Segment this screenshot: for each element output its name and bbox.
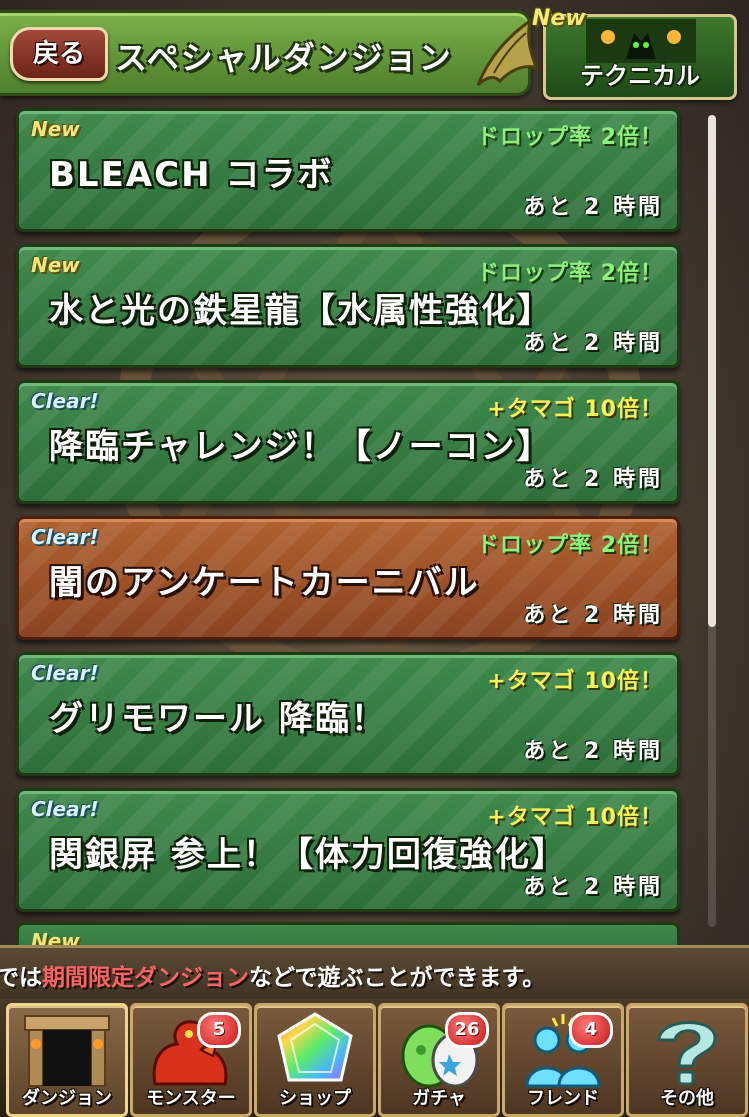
card-title: グリモワール 降臨！	[49, 699, 387, 739]
notification-badge: 5	[197, 1012, 241, 1048]
bottom-navigation: ダンジョン 5 モンスター ショップ 26 ガチャ 4 フレンド その他	[0, 999, 749, 1117]
card-bonus-label: ドロップ率 2倍！	[477, 533, 663, 558]
message-text: では期間限定ダンジョンなどで遊ぶことができます。	[0, 958, 545, 992]
card-status-badge: Clear!	[31, 661, 99, 685]
nav-other-button[interactable]: その他	[626, 1003, 748, 1117]
dungeon-card[interactable]: Clear! +タマゴ 10倍！ グリモワール 降臨！ あと 2 時間	[16, 652, 680, 776]
dungeon-card[interactable]: Clear! +タマゴ 10倍！ 関銀屏 参上！【体力回復強化】 あと 2 時間	[16, 788, 680, 912]
card-status-badge: New	[31, 253, 80, 277]
card-remaining-time: あと 2 時間	[523, 467, 663, 492]
notification-badge: 26	[445, 1012, 489, 1048]
card-status-badge: Clear!	[31, 797, 99, 821]
nav-label: その他	[660, 1088, 714, 1109]
card-remaining-time: あと 2 時間	[523, 195, 663, 220]
rainbow-stone-icon	[277, 1012, 353, 1082]
nav-label: ガチャ	[412, 1088, 466, 1109]
card-remaining-time: あと 2 時間	[523, 331, 663, 356]
card-remaining-time: あと 2 時間	[523, 603, 663, 628]
nav-gacha-button[interactable]: 26 ガチャ	[378, 1003, 500, 1117]
message-prefix: では	[0, 965, 42, 991]
notification-badge: 4	[569, 1012, 613, 1048]
dungeon-card[interactable]: New ドロップ率 2倍！ BLEACH コラボ あと 2 時間	[16, 108, 680, 232]
card-bonus-label: +タマゴ 10倍！	[487, 669, 663, 694]
message-suffix: などで遊ぶことができます。	[249, 965, 546, 991]
nav-label: ダンジョン	[22, 1088, 112, 1109]
scrollbar-thumb[interactable]	[708, 115, 716, 627]
card-status-badge: Clear!	[31, 389, 99, 413]
question-mark-icon	[657, 1021, 717, 1086]
message-highlight: 期間限定ダンジョン	[42, 965, 249, 991]
nav-dungeon-button[interactable]: ダンジョン	[6, 1003, 128, 1117]
nav-label: フレンド	[527, 1088, 599, 1109]
card-remaining-time: あと 2 時間	[523, 875, 663, 900]
card-title: 降臨チャレンジ！【ノーコン】	[49, 427, 553, 467]
dungeon-card[interactable]: Clear! +タマゴ 10倍！ 降臨チャレンジ！【ノーコン】 あと 2 時間	[16, 380, 680, 504]
nav-label: モンスター	[146, 1088, 236, 1109]
dungeon-gate-icon	[24, 1015, 110, 1087]
card-title: 水と光の鉄星龍【水属性強化】	[49, 291, 553, 331]
card-remaining-time: あと 2 時間	[523, 739, 663, 764]
card-title: 関銀屏 参上！【体力回復強化】	[49, 835, 567, 875]
dungeon-card[interactable]: New ドロップ率 2倍！ 水と光の鉄星龍【水属性強化】 あと 2 時間	[16, 244, 680, 368]
card-bonus-label: ドロップ率 2倍！	[477, 125, 663, 150]
message-bar: では期間限定ダンジョンなどで遊ぶことができます。	[0, 945, 749, 1002]
card-title: 闇のアンケートカーニバル	[49, 563, 480, 603]
nav-monster-button[interactable]: 5 モンスター	[130, 1003, 252, 1117]
nav-shop-button[interactable]: ショップ	[254, 1003, 376, 1117]
card-status-badge: Clear!	[31, 525, 99, 549]
nav-label: ショップ	[279, 1088, 351, 1109]
card-status-badge: New	[31, 117, 80, 141]
card-title: BLEACH コラボ	[49, 155, 334, 195]
dungeon-card[interactable]: Clear! ドロップ率 2倍！ 闇のアンケートカーニバル あと 2 時間	[16, 516, 680, 640]
nav-friend-button[interactable]: 4 フレンド	[502, 1003, 624, 1117]
